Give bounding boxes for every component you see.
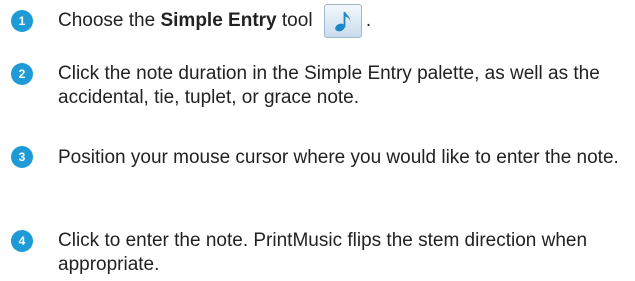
eighth-note-icon [335,11,351,32]
step-text: Position your mouse cursor where you wou… [58,147,619,168]
step-text-end: . [365,10,372,31]
step-text: Click to enter the note. PrintMusic flip… [58,230,588,275]
simple-entry-tool-icon [323,3,362,38]
step-number-badge: 4 [11,230,33,252]
step-text: Click the note duration in the Simple En… [58,63,600,108]
step-number-badge: 3 [11,146,33,168]
step-text-suffix: tool [276,10,313,31]
step-number-badge: 1 [11,10,33,32]
step-number-badge: 2 [11,63,33,85]
step-text: Choose the Simple Entry tool . [58,3,628,38]
simple-entry-label: Simple Entry [160,10,277,31]
step-text-prefix: Choose the [58,10,161,31]
